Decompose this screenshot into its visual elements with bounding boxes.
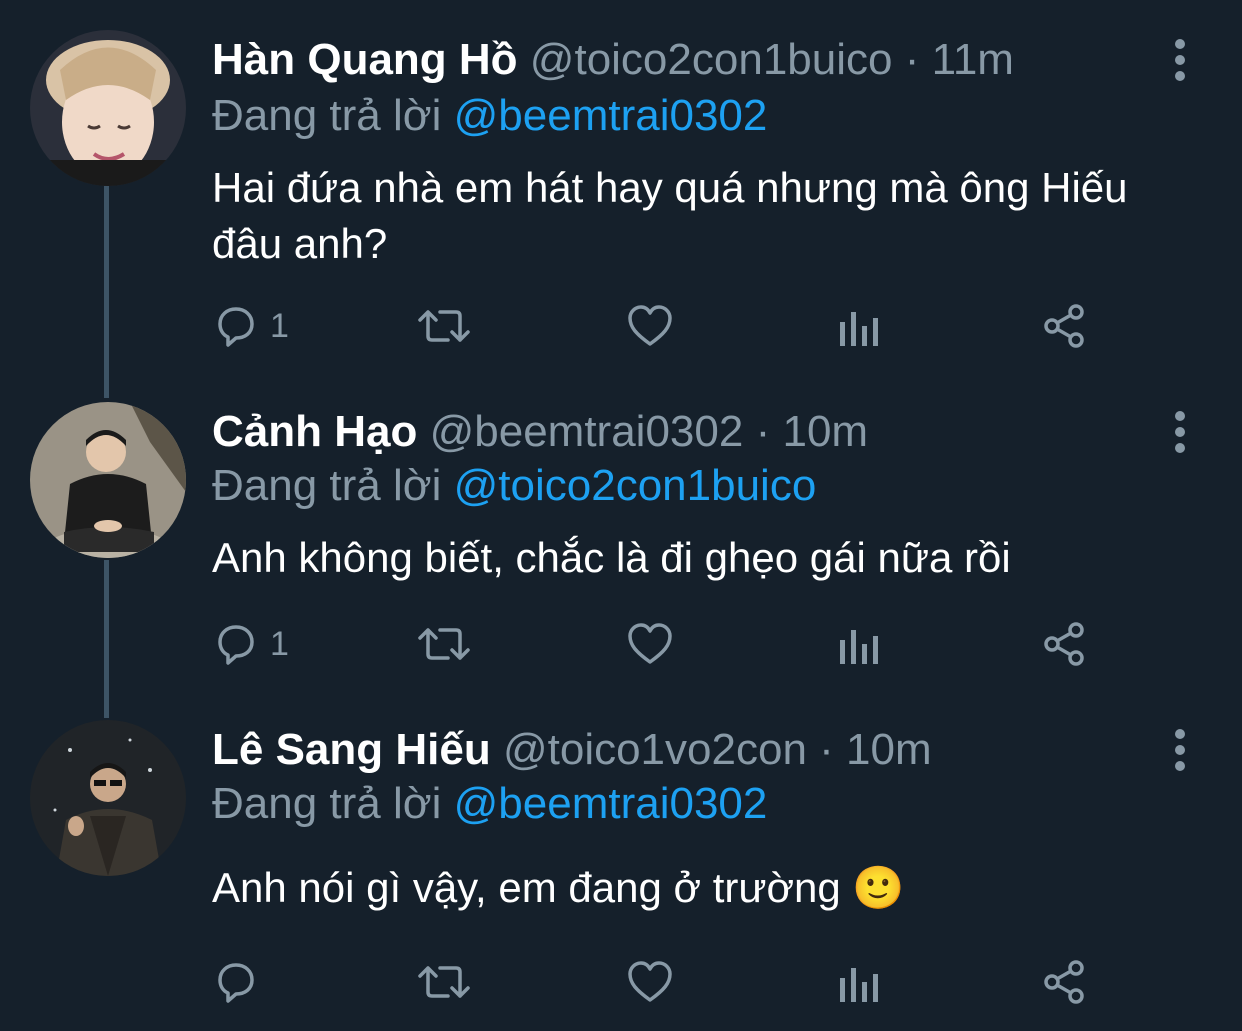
like-button[interactable]: [626, 296, 674, 356]
display-name[interactable]: Cảnh Hạo: [212, 407, 417, 456]
analytics-icon: [834, 620, 882, 668]
reply-button[interactable]: 1: [212, 296, 289, 356]
tweet-header: Lê Sang Hiếu @toico1vo2con · 10m: [212, 722, 932, 778]
retweet-button[interactable]: [416, 952, 472, 1012]
user-handle[interactable]: @toico1vo2con: [503, 725, 807, 774]
timestamp[interactable]: 10m: [846, 725, 932, 774]
tweet-actions: [212, 952, 1112, 1012]
share-button[interactable]: [1040, 296, 1088, 356]
tweet-text: Anh nói gì vậy, em đang ở trường 🙂: [212, 864, 905, 911]
analytics-icon: [834, 958, 882, 1006]
like-icon: [626, 620, 674, 668]
like-icon: [626, 302, 674, 350]
mention-link[interactable]: @toico2con1buico: [454, 461, 817, 510]
reply-count: 1: [270, 624, 289, 663]
replying-to: Đang trả lời @toico2con1buico: [212, 458, 816, 514]
reply-button[interactable]: [212, 952, 270, 1012]
avatar[interactable]: [30, 30, 186, 186]
display-name[interactable]: Lê Sang Hiếu: [212, 725, 491, 774]
like-button[interactable]: [626, 614, 674, 674]
user-handle[interactable]: @toico2con1buico: [530, 35, 893, 84]
mention-link[interactable]: @beemtrai0302: [454, 91, 768, 140]
share-button[interactable]: [1040, 952, 1088, 1012]
retweet-icon: [416, 958, 472, 1006]
share-icon: [1040, 958, 1088, 1006]
replying-to: Đang trả lời @beemtrai0302: [212, 776, 767, 832]
share-icon: [1040, 620, 1088, 668]
timestamp[interactable]: 11m: [932, 35, 1014, 84]
replying-to-label: Đang trả lời: [212, 779, 442, 828]
tweet[interactable]: Hàn Quang Hồ @toico2con1buico · 11m Đang…: [0, 0, 1242, 390]
analytics-button[interactable]: [834, 952, 882, 1012]
replying-to-label: Đang trả lời: [212, 91, 442, 140]
reply-button[interactable]: 1: [212, 614, 289, 674]
like-button[interactable]: [626, 952, 674, 1012]
tweet-header: Cảnh Hạo @beemtrai0302 · 10m: [212, 404, 868, 460]
more-options-icon[interactable]: [1160, 722, 1200, 778]
tweet-actions: 1: [212, 296, 1112, 356]
tweet-actions: 1: [212, 614, 1112, 674]
share-icon: [1040, 302, 1088, 350]
timestamp[interactable]: 10m: [782, 407, 868, 456]
more-options-icon[interactable]: [1160, 32, 1200, 88]
separator-dot: ·: [755, 407, 771, 456]
analytics-icon: [834, 302, 882, 350]
user-handle[interactable]: @beemtrai0302: [430, 407, 744, 456]
separator-dot: ·: [904, 35, 920, 84]
tweet[interactable]: Cảnh Hạo @beemtrai0302 · 10m Đang trả lờ…: [0, 390, 1242, 710]
avatar[interactable]: [30, 402, 186, 558]
separator-dot: ·: [819, 725, 834, 774]
like-icon: [626, 958, 674, 1006]
tweet-header: Hàn Quang Hồ @toico2con1buico · 11m: [212, 32, 1014, 88]
analytics-button[interactable]: [834, 614, 882, 674]
share-button[interactable]: [1040, 614, 1088, 674]
retweet-icon: [416, 620, 472, 668]
retweet-button[interactable]: [416, 296, 472, 356]
reply-icon: [212, 620, 260, 668]
reply-icon: [212, 958, 260, 1006]
tweet[interactable]: Lê Sang Hiếu @toico1vo2con · 10m Đang tr…: [0, 710, 1242, 1031]
reply-count: 1: [270, 306, 289, 345]
reply-icon: [212, 302, 260, 350]
avatar[interactable]: [30, 720, 186, 876]
mention-link[interactable]: @beemtrai0302: [454, 779, 768, 828]
replying-to: Đang trả lời @beemtrai0302: [212, 88, 767, 144]
tweet-text: Anh không biết, chắc là đi ghẹo gái nữa …: [212, 534, 1011, 581]
retweet-icon: [416, 302, 472, 350]
retweet-button[interactable]: [416, 614, 472, 674]
tweet-text: Hai đứa nhà em hát hay quá nhưng mà ông …: [212, 164, 1128, 267]
more-options-icon[interactable]: [1160, 404, 1200, 460]
analytics-button[interactable]: [834, 296, 882, 356]
display-name[interactable]: Hàn Quang Hồ: [212, 35, 518, 84]
replying-to-label: Đang trả lời: [212, 461, 442, 510]
